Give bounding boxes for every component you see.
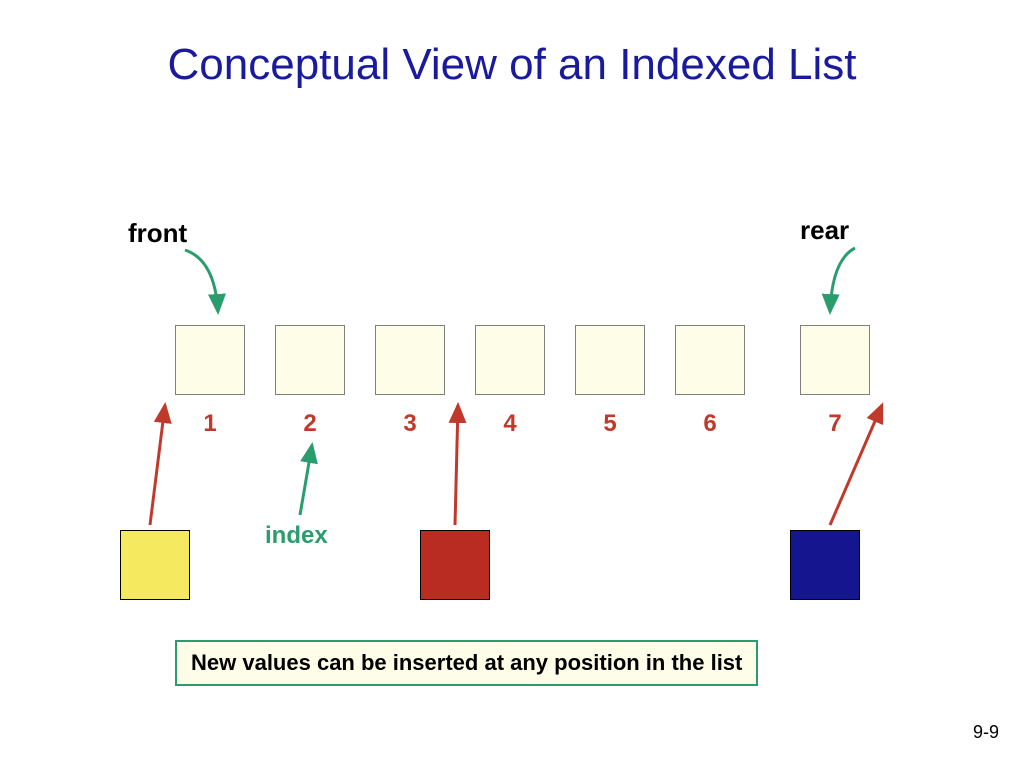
slide-title: Conceptual View of an Indexed List — [0, 40, 1024, 90]
label-index: index — [265, 522, 328, 550]
insert-box-blue — [790, 530, 860, 600]
arrow-front-icon — [185, 250, 218, 312]
index-4: 4 — [475, 410, 545, 438]
arrow-rear-icon — [830, 248, 855, 312]
list-cell-5 — [575, 325, 645, 395]
index-2: 2 — [275, 410, 345, 438]
list-cell-4 — [475, 325, 545, 395]
arrow-index-icon — [300, 445, 312, 515]
arrow-insert-yellow-icon — [150, 405, 165, 525]
list-cell-6 — [675, 325, 745, 395]
list-cell-2 — [275, 325, 345, 395]
insert-box-yellow — [120, 530, 190, 600]
label-front: front — [128, 218, 187, 249]
index-1: 1 — [175, 410, 245, 438]
list-cell-1 — [175, 325, 245, 395]
insert-box-red — [420, 530, 490, 600]
arrow-insert-red-icon — [455, 405, 458, 525]
list-cell-3 — [375, 325, 445, 395]
index-6: 6 — [675, 410, 745, 438]
page-number: 9-9 — [973, 722, 999, 743]
list-cell-7 — [800, 325, 870, 395]
index-3: 3 — [375, 410, 445, 438]
index-5: 5 — [575, 410, 645, 438]
slide: Conceptual View of an Indexed List front… — [0, 0, 1024, 768]
label-rear: rear — [800, 215, 849, 246]
caption-box: New values can be inserted at any positi… — [175, 640, 758, 686]
index-7: 7 — [800, 410, 870, 438]
